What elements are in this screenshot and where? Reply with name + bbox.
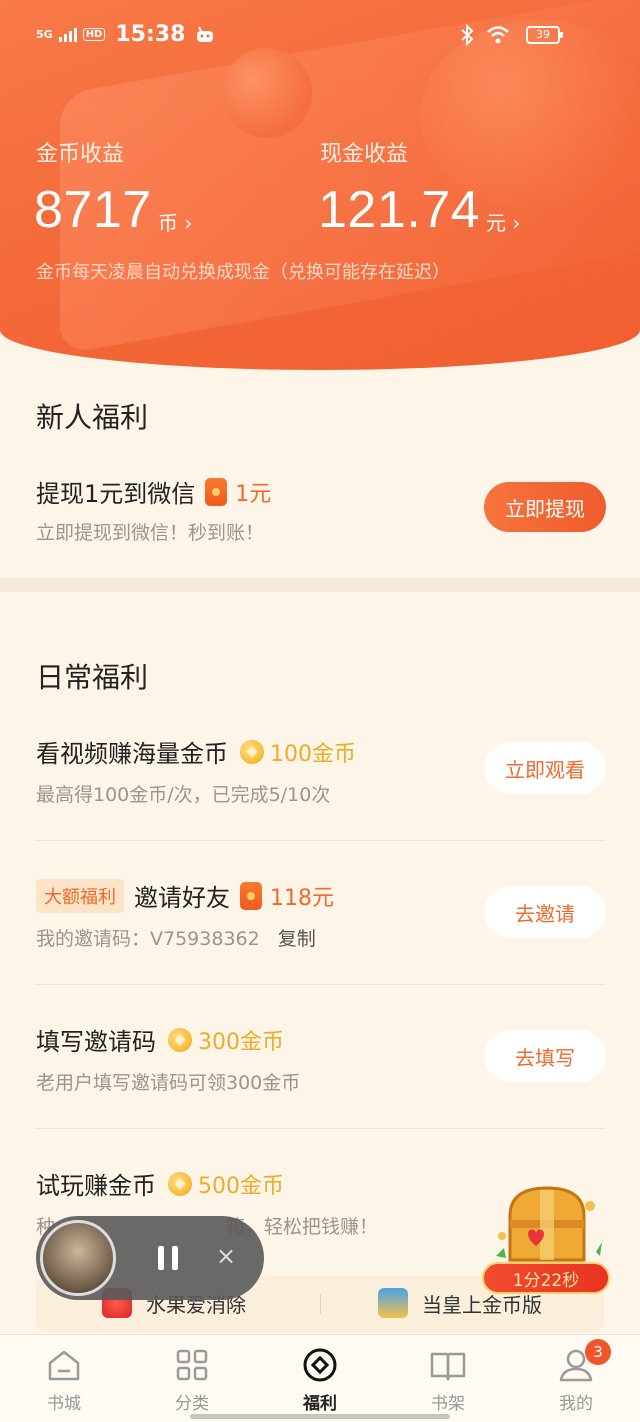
- task-title-text: 看视频赚海量金币: [36, 740, 228, 768]
- notification-icon: [197, 26, 214, 42]
- newbie-section-title: 新人福利: [36, 401, 149, 434]
- battery-indicator: 39: [526, 26, 563, 44]
- copy-code-link[interactable]: 复制: [278, 928, 316, 950]
- nav-label: 福利: [303, 1394, 337, 1414]
- coin-icon: [168, 1171, 192, 1196]
- withdraw-now-button[interactable]: 立即提现: [484, 482, 606, 532]
- task-reward: 300金币: [198, 1029, 284, 1055]
- coin-earnings-value[interactable]: 8717: [34, 180, 152, 240]
- invite-code-row: 我的邀请码：V75938362 复制: [36, 924, 316, 951]
- task-title-text: 填写邀请码: [36, 1028, 156, 1056]
- task-withdraw-title: 提现1元到微信 1元: [36, 474, 271, 509]
- pause-icon[interactable]: [158, 1246, 180, 1270]
- task-reward: 500金币: [198, 1173, 284, 1199]
- close-icon[interactable]: ×: [216, 1244, 236, 1268]
- exchange-note: 金币每天凌晨自动兑换成现金（兑换可能存在延迟）: [36, 262, 450, 283]
- cash-earnings-label: 现金收益: [320, 142, 409, 167]
- task-enter-code-desc: 老用户填写邀请码可领300金币: [36, 1072, 301, 1094]
- row-divider: [36, 984, 604, 985]
- task-invite-title: 大额福利 邀请好友 118元: [36, 878, 334, 913]
- task-trial-title: 试玩赚金币 500金币: [36, 1166, 284, 1201]
- invite-code-text: 我的邀请码：V75938362: [36, 928, 260, 950]
- task-video-title: 看视频赚海量金币 100金币: [36, 734, 356, 769]
- task-withdraw-desc: 立即提现到微信！秒到账！: [36, 522, 265, 544]
- cash-earnings-link[interactable]: 元 ›: [486, 207, 520, 236]
- book-icon: [430, 1352, 466, 1381]
- big-welfare-tag: 大额福利: [36, 878, 124, 913]
- coin-earnings-label: 金币收益: [36, 142, 125, 167]
- grid-icon: [176, 1349, 208, 1381]
- fill-code-button[interactable]: 去填写: [484, 1030, 606, 1082]
- chest-countdown[interactable]: 1分22秒: [482, 1262, 610, 1294]
- bottom-navigation: 书城 分类 福利 书架 我的 3: [0, 1334, 640, 1422]
- red-packet-icon: [240, 881, 262, 910]
- nav-welfare[interactable]: 福利: [275, 1345, 365, 1414]
- floating-audio-player[interactable]: ×: [36, 1216, 264, 1300]
- home-indicator[interactable]: [190, 1414, 450, 1419]
- task-video-desc: 最高得100金币/次，已完成5/10次: [36, 784, 331, 806]
- book-cover-thumbnail[interactable]: [40, 1220, 116, 1296]
- network-type: 5G: [36, 28, 53, 41]
- emperor-game-icon: [378, 1288, 408, 1318]
- task-reward: 118元: [270, 885, 334, 911]
- nav-label: 分类: [175, 1394, 209, 1414]
- task-reward: 1元: [235, 481, 272, 507]
- daily-section-title: 日常福利: [36, 661, 149, 694]
- welfare-coin-icon: [303, 1348, 337, 1382]
- watch-now-button[interactable]: 立即观看: [484, 742, 606, 794]
- red-packet-icon: [205, 477, 228, 506]
- nav-profile[interactable]: 我的 3: [531, 1339, 621, 1414]
- task-title-text: 试玩赚金币: [36, 1172, 156, 1200]
- clock: 15:38: [115, 22, 186, 47]
- strip-separator: [320, 1294, 321, 1314]
- notification-badge: 3: [585, 1339, 611, 1365]
- coin-earnings-link[interactable]: 币 ›: [158, 207, 192, 236]
- nav-bookstore[interactable]: 书城: [19, 1345, 109, 1414]
- section-divider: [0, 578, 640, 592]
- task-enter-code-title: 填写邀请码 300金币: [36, 1022, 284, 1057]
- nav-label: 我的: [559, 1394, 593, 1414]
- earnings-header: 5G HD 15:38 39 金币收益 8717 币 › 现金收益 121.74…: [0, 0, 640, 370]
- task-title-text: 提现1元到微信: [36, 480, 196, 508]
- coin-icon: [168, 1027, 192, 1052]
- wifi-icon: [487, 26, 509, 44]
- home-icon: [48, 1350, 80, 1381]
- row-divider: [36, 840, 604, 841]
- bluetooth-icon: [461, 24, 474, 46]
- nav-category[interactable]: 分类: [147, 1345, 237, 1414]
- invite-button[interactable]: 去邀请: [484, 886, 606, 938]
- status-bar: 5G HD 15:38 39: [0, 0, 640, 72]
- cash-earnings-value[interactable]: 121.74: [318, 180, 480, 240]
- row-divider: [36, 1128, 604, 1129]
- coin-icon: [240, 739, 264, 764]
- signal-icon: [58, 27, 77, 42]
- task-reward: 100金币: [270, 741, 356, 767]
- task-title-text: 邀请好友: [134, 884, 230, 912]
- hd-icon: HD: [82, 28, 106, 41]
- nav-label: 书架: [431, 1394, 465, 1414]
- nav-label: 书城: [47, 1394, 81, 1414]
- nav-bookshelf[interactable]: 书架: [403, 1345, 493, 1414]
